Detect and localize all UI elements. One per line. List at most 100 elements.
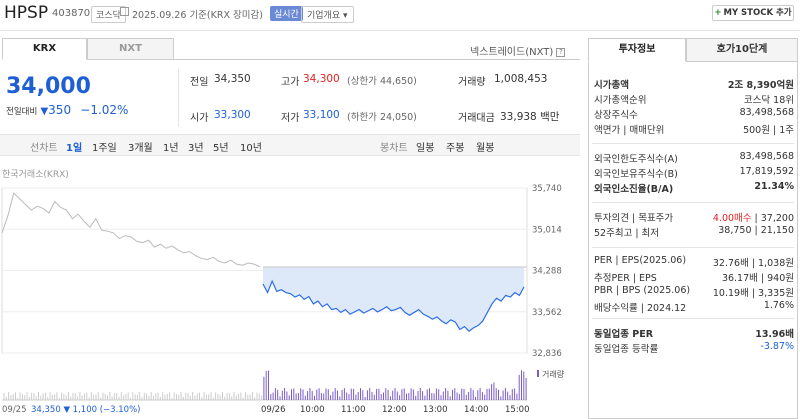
prev-close-label: 34,350 ▼ 1,100 (−3.10%) — [31, 405, 140, 415]
invest-info-value: 32.76배 | 1,038원 — [712, 258, 794, 269]
invest-info-label: 52주최고 | 최저 — [594, 228, 660, 239]
invest-info-row: 외국인한도주식수(A) 83,498,568 — [594, 151, 794, 165]
invest-info-value: 13.96배 — [755, 329, 794, 340]
low-value: 33,100 — [303, 109, 340, 121]
tab-baseline — [174, 59, 580, 60]
y-tick-label: 34,288 — [532, 267, 562, 277]
time-tick-label: 13:00 — [423, 405, 448, 415]
period-1d[interactable]: 1일 — [66, 139, 82, 154]
invest-info-row: 외국인소진율(B/A) 21.34% — [594, 181, 794, 195]
invest-info-divider — [592, 247, 794, 248]
invest-info-value: 83,498,568 — [739, 107, 794, 118]
prev-close-label: 전일 — [190, 77, 209, 88]
price-change: 전일대비 ▼350 −1.02% — [6, 103, 129, 117]
invest-info-label: 액면가 | 매매단위 — [594, 125, 665, 136]
high-value: 34,300 — [303, 73, 340, 85]
y-tick-label: 35,740 — [532, 184, 562, 194]
period-line-chart[interactable]: 선차트 — [30, 139, 58, 154]
invest-info-label: 외국인보유주식수(B) — [594, 169, 678, 180]
invest-info-row: 상장주식수 83,498,568 — [594, 107, 794, 121]
prev-date-label: 09/25 — [2, 405, 27, 415]
prev-day-series — [1, 192, 261, 268]
period-3y[interactable]: 3년 — [188, 139, 204, 154]
invest-info-value: 36.17배 | 940원 — [721, 273, 794, 284]
invest-info-label: 상장주식수 — [594, 110, 638, 121]
invest-info-row: 추정PER | EPS 36.17배 | 940원 — [594, 270, 794, 284]
tab-krx[interactable]: KRX — [2, 38, 87, 60]
candle-weekly[interactable]: 주봉 — [446, 139, 464, 154]
invest-info-row: 동일업종 등락률 -3.87% — [594, 341, 794, 355]
tab-nxt[interactable]: NXT — [87, 38, 174, 60]
invest-info-row: 외국인보유주식수(B) 17,819,592 — [594, 166, 794, 180]
time-tick-label: 15:00 — [505, 405, 530, 415]
chevron-down-icon: ▾ — [343, 11, 348, 21]
candle-daily[interactable]: 일봉 — [416, 139, 434, 154]
open-value: 33,300 — [214, 109, 251, 121]
invest-info-label: 배당수익률 | 2024.12 — [594, 303, 687, 314]
volume-value: 1,008,453 — [494, 73, 548, 85]
invest-info-label: PER | EPS(2025.06) — [594, 255, 687, 266]
invest-info-divider — [592, 143, 794, 144]
invest-info-value: 500원 | 1주 — [743, 125, 794, 136]
invest-info-divider — [592, 202, 794, 203]
invest-info-value: 83,498,568 — [739, 151, 794, 162]
period-5y[interactable]: 5년 — [213, 139, 229, 154]
invest-info-row: PBR | BPS (2025.06) 10.19배 | 3,335원 — [594, 285, 794, 299]
lower-limit: (하한가 24,050) — [347, 112, 417, 123]
invest-info-row: 동일업종 PER 13.96배 — [594, 326, 794, 340]
invest-info-label: 투자의견 | 목표주가 — [594, 213, 674, 224]
period-10y[interactable]: 10년 — [240, 139, 262, 154]
invest-info-value: 17,819,592 — [739, 166, 794, 177]
invest-info-row: 시가총액 2조 8,390억원 — [594, 77, 794, 91]
invest-info-value: 코스닥 18위 — [743, 95, 794, 106]
volume-label: 거래량 — [542, 369, 565, 379]
tab-invest-info[interactable]: 투자정보 — [588, 38, 686, 62]
current-price: 34,000 — [6, 74, 91, 99]
invest-info-value: -3.87% — [760, 341, 794, 352]
y-tick-label: 32,836 — [532, 349, 562, 359]
day-label: 09/26 — [261, 405, 286, 415]
invest-info-row: 시가총액순위 코스닥 18위 — [594, 92, 794, 106]
candle-monthly[interactable]: 월봉 — [476, 139, 494, 154]
today-area — [263, 266, 524, 332]
volume-label: 거래량 — [458, 77, 486, 88]
header-divider — [0, 30, 800, 31]
y-tick-label: 35,014 — [532, 225, 562, 235]
invest-info-value: 4.00매수 | 37,200 — [712, 213, 794, 224]
corp-overview-dropdown[interactable]: 기업개요 ▾ — [301, 6, 354, 23]
invest-info-row: 배당수익률 | 2024.12 1.76% — [594, 300, 794, 314]
tab-orderbook[interactable]: 호가10단계 — [686, 38, 798, 62]
invest-info-row: 52주최고 | 최저 38,750 | 21,150 — [594, 225, 794, 239]
invest-info-label: 시가총액 — [594, 80, 629, 91]
stock-name: HPSP — [4, 3, 49, 23]
low-label: 저가 — [281, 113, 300, 124]
invest-info-value: 2조 8,390억원 — [727, 80, 794, 91]
time-tick-label: 11:00 — [341, 405, 366, 415]
high-label: 고가 — [281, 77, 300, 88]
invest-info-row: 투자의견 | 목표주가 4.00매수 | 37,200 — [594, 210, 794, 224]
stock-code: 403870 — [52, 8, 91, 19]
amount-value: 33,938 백만 — [500, 111, 560, 123]
realtime-button[interactable]: 실시간 — [270, 6, 303, 21]
divider — [178, 69, 179, 127]
invest-info-value: 21.34% — [754, 181, 794, 192]
prev-close-value: 34,350 — [214, 73, 251, 85]
candle-chart[interactable]: 봉차트 — [380, 139, 408, 154]
time-tick-label: 10:00 — [300, 405, 325, 415]
period-3m[interactable]: 3개월 — [128, 139, 153, 154]
my-stock-add-button[interactable]: + MY STOCK 추가 — [712, 5, 794, 21]
invest-info-row: PER | EPS(2025.06) 32.76배 | 1,038원 — [594, 255, 794, 269]
period-1w[interactable]: 1주일 — [92, 139, 117, 154]
plus-icon: + — [714, 8, 722, 18]
invest-info-row: 액면가 | 매매단위 500원 | 1주 — [594, 122, 794, 136]
calendar-icon — [120, 7, 129, 16]
invest-info-value: 10.19배 | 3,335원 — [712, 288, 794, 299]
stock-header: HPSP 403870 코스닥 2025.09.26 기준(KRX 장미감) 실… — [0, 0, 800, 26]
open-label: 시가 — [190, 113, 209, 124]
invest-info-value: 38,750 | 21,150 — [718, 225, 794, 236]
amount-label: 거래대금 — [458, 113, 495, 124]
period-tabs: 선차트 1일 1주일 3개월 1년 3년 5년 10년 봉차트 일봉 주봉 월봉 — [0, 139, 580, 154]
nextrade-link[interactable]: 넥스트레이드(NXT) ? — [470, 43, 566, 58]
invest-info-label: 동일업종 등락률 — [594, 344, 659, 355]
period-1y[interactable]: 1년 — [163, 139, 179, 154]
